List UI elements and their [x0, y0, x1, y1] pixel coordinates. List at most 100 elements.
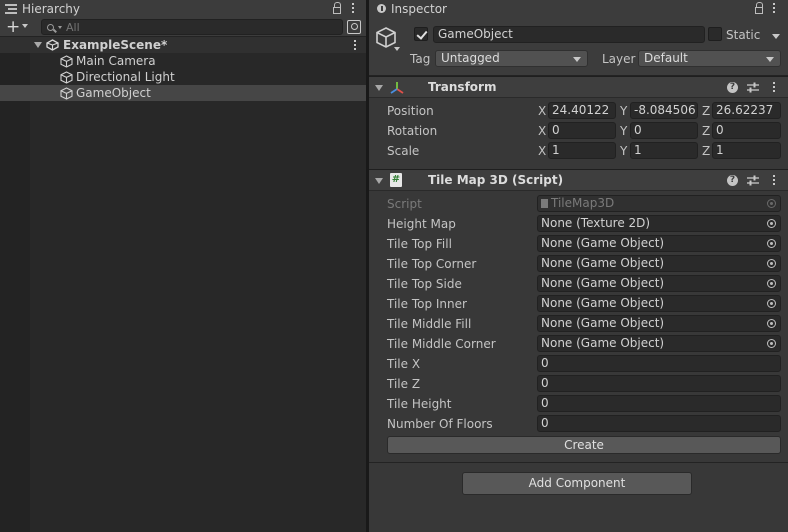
tile-top-fill-field[interactable]: None (Game Object) [537, 235, 781, 252]
object-picker-icon[interactable] [767, 259, 776, 268]
script-label: Script [387, 197, 422, 211]
presets-sliders-icon[interactable] [747, 82, 759, 93]
fold-arrow-icon[interactable] [375, 178, 383, 184]
x-axis-label[interactable]: X [538, 123, 546, 139]
y-axis-label[interactable]: Y [620, 143, 627, 159]
x-axis-label[interactable]: X [538, 143, 546, 159]
tilemap-header[interactable]: # Tile Map 3D (Script) ? [369, 169, 788, 191]
z-axis-label[interactable]: Z [702, 103, 710, 119]
help-icon[interactable]: ? [727, 175, 738, 186]
object-picker-icon[interactable] [767, 319, 776, 328]
tile-z-field[interactable]: 0 [537, 375, 781, 392]
create-button[interactable]: Create [387, 436, 781, 454]
gameobject-header: GameObject Static Tag Untagged Layer Def… [369, 17, 788, 76]
tile-height-label: Tile Height [387, 397, 452, 411]
height-map-field[interactable]: None (Texture 2D) [537, 215, 781, 232]
transform-axes-icon [390, 82, 404, 94]
object-picker-icon[interactable] [767, 299, 776, 308]
tile-middle-fill-label: Tile Middle Fill [387, 317, 472, 331]
object-picker-icon[interactable] [767, 279, 776, 288]
transform-header[interactable]: Transform ? [369, 76, 788, 98]
add-component-button[interactable]: Add Component [462, 472, 692, 495]
hierarchy-search[interactable] [41, 19, 343, 35]
inspector-tab[interactable]: Inspector [369, 0, 788, 17]
scale-y-field[interactable]: 1 [630, 142, 698, 159]
components-separator [369, 462, 788, 463]
tile-top-fill-label: Tile Top Fill [387, 237, 452, 251]
expand-arrow-icon[interactable] [34, 42, 42, 48]
tile-top-side-value: None (Game Object) [541, 276, 665, 290]
tile-x-field[interactable]: 0 [537, 355, 781, 372]
create-dropdown-caret-icon[interactable] [22, 24, 28, 28]
tile-height-field[interactable]: 0 [537, 395, 781, 412]
script-field: TileMap3D [537, 195, 781, 212]
create-plus-icon[interactable]: + [6, 19, 20, 36]
inspector-panel: Inspector GameObject Static Tag Untagged… [369, 0, 788, 532]
tile-middle-corner-label: Tile Middle Corner [387, 337, 496, 351]
search-filter-caret-icon[interactable] [58, 25, 62, 29]
object-picker-icon[interactable] [767, 239, 776, 248]
lock-icon[interactable] [333, 2, 341, 14]
tag-dropdown[interactable]: Untagged [435, 50, 588, 67]
tilemap-title: Tile Map 3D (Script) [428, 173, 564, 187]
component-more-icon[interactable] [773, 82, 775, 92]
active-checkbox[interactable] [414, 27, 428, 41]
tile-top-inner-field[interactable]: None (Game Object) [537, 295, 781, 312]
tile-top-inner-value: None (Game Object) [541, 296, 665, 310]
position-x-field[interactable]: 24.40122 [548, 102, 616, 119]
position-y-field[interactable]: -8.084506 [630, 102, 698, 119]
hierarchy-tab-bar: Hierarchy [0, 0, 366, 17]
more-icon[interactable] [773, 3, 776, 13]
z-axis-label[interactable]: Z [702, 123, 710, 139]
tile-top-side-field[interactable]: None (Game Object) [537, 275, 781, 292]
hierarchy-panel: Hierarchy + ExampleScene* [0, 0, 366, 532]
icon-dropdown-caret-icon[interactable] [394, 47, 400, 51]
transform-title: Transform [428, 80, 497, 94]
x-axis-label[interactable]: X [538, 103, 546, 119]
search-by-type-icon[interactable] [347, 20, 361, 34]
tile-top-corner-field[interactable]: None (Game Object) [537, 255, 781, 272]
object-name-field[interactable]: GameObject [433, 26, 705, 43]
scene-more-icon[interactable] [354, 40, 356, 50]
static-checkbox[interactable] [708, 27, 722, 41]
tile-middle-corner-value: None (Game Object) [541, 336, 665, 350]
script-file-icon [541, 199, 548, 208]
static-dropdown-caret-icon[interactable] [772, 34, 780, 39]
hierarchy-item-label: GameObject [76, 86, 151, 100]
object-picker-icon [767, 199, 776, 208]
height-map-value: None (Texture 2D) [541, 216, 651, 230]
y-axis-label[interactable]: Y [620, 123, 627, 139]
more-icon[interactable] [352, 3, 355, 13]
y-axis-label[interactable]: Y [620, 103, 627, 119]
presets-sliders-icon[interactable] [747, 175, 759, 186]
hierarchy-toolbar: + [0, 17, 366, 37]
lock-icon[interactable] [755, 2, 763, 14]
rotation-x-field[interactable]: 0 [548, 122, 616, 139]
tile-x-label: Tile X [387, 357, 421, 371]
tile-middle-fill-field[interactable]: None (Game Object) [537, 315, 781, 332]
hierarchy-item-directional-light[interactable]: Directional Light [0, 69, 366, 85]
fold-arrow-icon[interactable] [375, 85, 383, 91]
position-z-field[interactable]: 26.62237 [712, 102, 781, 119]
csharp-script-icon: # [390, 173, 402, 187]
rotation-y-field[interactable]: 0 [630, 122, 698, 139]
object-picker-icon[interactable] [767, 219, 776, 228]
rotation-label: Rotation [387, 124, 438, 138]
hierarchy-item-main-camera[interactable]: Main Camera [0, 53, 366, 69]
search-input[interactable] [66, 20, 326, 34]
layer-dropdown[interactable]: Default [638, 50, 781, 67]
object-picker-icon[interactable] [767, 339, 776, 348]
help-icon[interactable]: ? [727, 82, 738, 93]
hierarchy-item-gameobject[interactable]: GameObject [0, 85, 366, 101]
z-axis-label[interactable]: Z [702, 143, 710, 159]
tile-middle-corner-field[interactable]: None (Game Object) [537, 335, 781, 352]
component-more-icon[interactable] [773, 175, 775, 185]
layer-label: Layer [602, 52, 636, 66]
hierarchy-tab[interactable]: Hierarchy [0, 0, 366, 17]
number-of-floors-field[interactable]: 0 [537, 415, 781, 432]
scale-z-field[interactable]: 1 [712, 142, 781, 159]
scale-x-field[interactable]: 1 [548, 142, 616, 159]
gameobject-cube-icon [60, 70, 73, 84]
rotation-z-field[interactable]: 0 [712, 122, 781, 139]
scene-row[interactable]: ExampleScene* [0, 37, 366, 53]
